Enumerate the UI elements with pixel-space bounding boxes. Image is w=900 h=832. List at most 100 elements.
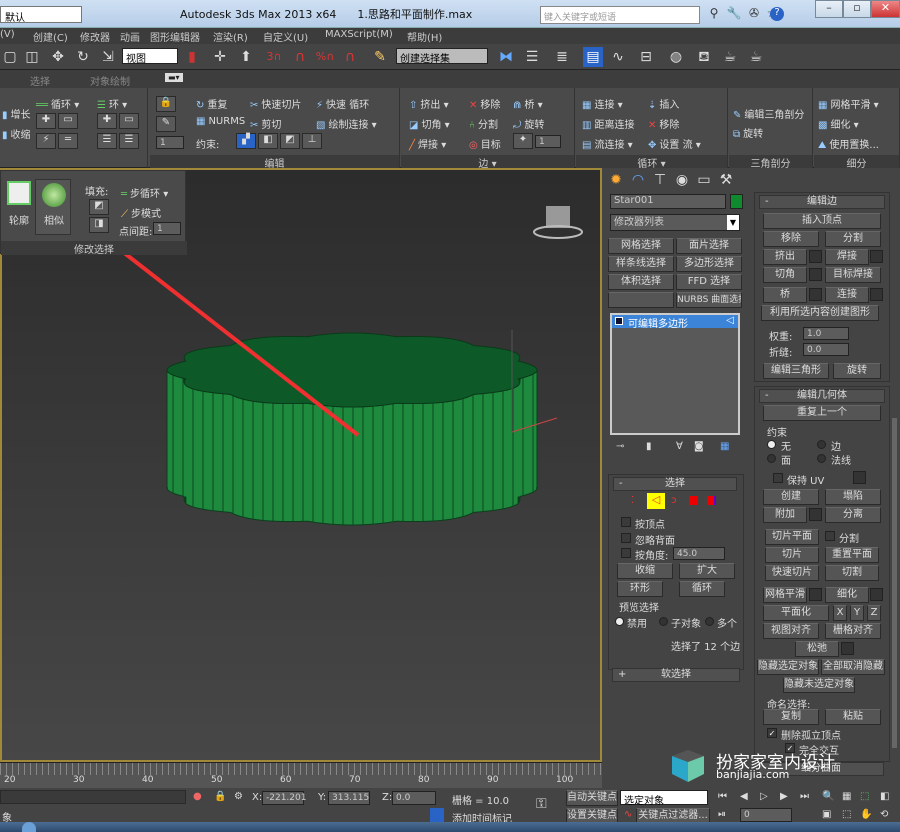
move-icon[interactable]: ✥ [48,47,68,67]
modifier-list-dropdown[interactable]: 修改器列表 ▼ [610,214,740,231]
use-displacement-button[interactable]: ⛰ 使用置换... [818,136,879,151]
render-setup-icon[interactable]: ⛾ [694,47,714,67]
lock-selection-icon[interactable]: 🔒 [214,791,226,802]
weld-button[interactable]: ╱ 焊接 ▾ [409,136,446,151]
set-key-icon[interactable]: ⚿ [536,796,547,812]
edit-triangulation-button[interactable]: 编辑三角形 [763,363,829,379]
remove-loop-button[interactable]: ✕ 移除 [648,116,679,131]
mod-nurbs-select[interactable]: NURBS 曲面选择 [676,292,742,308]
bridge-settings-icon[interactable] [809,288,822,301]
split-button[interactable]: ⑃ 分割 [469,116,498,131]
planar-x-button[interactable]: X [833,605,847,621]
edge-spinner[interactable]: 1 [535,135,561,148]
loop-button[interactable]: ══ 循环 ▾ [36,96,79,111]
play-icon[interactable]: ▷ [760,791,768,802]
key-target-dropdown[interactable]: 选定对象 [620,790,708,807]
meshsmooth-settings-icon[interactable] [809,588,822,601]
maxscript-listener[interactable] [0,790,186,804]
slice-plane-button[interactable]: 切片平面 [765,529,819,545]
select-manipulate-icon[interactable]: ✛ [210,47,230,67]
workspace-dropdown[interactable]: 默认 [0,6,82,24]
constraint-normal-icon[interactable]: ⊥ [302,133,322,149]
help-icon[interactable]: ? [770,7,784,21]
flow-connect-button[interactable]: ▤ 流连接 ▾ [582,136,633,151]
menu-modifiers[interactable]: 修改器 [80,29,110,44]
remove-button[interactable]: ✕ 移除 [469,96,500,111]
shrink-button[interactable]: ▮ 收缩 [2,126,31,141]
cut-button[interactable]: 切割 [825,565,879,581]
hide-selected-button[interactable]: 隐藏选定对象 [757,659,819,675]
fill-icon-2[interactable]: ◨ [89,217,109,233]
x-coordinate-field[interactable]: -221.201 [262,791,306,805]
window-crossing-icon[interactable]: ◫ [22,47,42,67]
weight-spinner[interactable]: 1.0 [803,327,849,340]
chamfer-button[interactable]: 切角 [763,267,807,283]
motion-tab-icon[interactable]: ◉ [672,170,692,190]
pin-stack-icon[interactable]: ⊸ [616,441,624,452]
paint-icon[interactable]: ✎ [156,116,176,132]
relax-settings-icon[interactable] [841,642,854,655]
ring-shrink-icon[interactable]: ▭ [119,113,139,129]
soft-selection-rollout-header[interactable]: + 软选择 [612,668,740,682]
spinner-snap-icon[interactable]: ∩ [340,47,360,67]
material-editor-icon[interactable]: ◍ [666,47,686,67]
edit-geometry-header[interactable]: - 编辑几何体 [759,389,885,403]
mod-mesh-select[interactable]: 网格选择 [608,238,674,254]
quickslice-button[interactable]: ✂ 快速切片 [250,96,301,111]
turn-button[interactable]: 旋转 [833,363,881,379]
shrink-button[interactable]: 收缩 [617,563,673,579]
planar-y-button[interactable]: Y [850,605,864,621]
zoom-extents-all-icon[interactable]: ◧ [880,791,889,802]
target-weld-button[interactable]: 目标焊接 [825,267,881,283]
polygon-mode-icon[interactable] [689,496,698,505]
constraint-face-icon[interactable]: ◩ [280,133,300,149]
maximize-button[interactable]: ▫ [843,0,871,18]
go-to-end-icon[interactable]: ⏭ [800,791,809,802]
mod-vol-select[interactable]: 体积选择 [608,274,674,290]
unhide-all-button[interactable]: 全部取消隐藏 [821,659,885,675]
extrude-settings-icon[interactable] [809,250,822,263]
set-flow-button[interactable]: ✥ 设置 流 ▾ [648,136,701,151]
menu-maxscript[interactable]: MAXScript(M) [325,29,393,40]
grid-align-button[interactable]: 栅格对齐 [825,623,881,639]
mod-poly-select[interactable]: 多边形选择 [676,256,742,272]
stack-item-editable-poly[interactable]: 可编辑多边形 ◁ [612,315,738,330]
menu-help[interactable]: 帮助(H) [407,29,442,44]
border-mode-icon[interactable]: ↄ [671,495,677,506]
slice-button[interactable]: 切片 [765,547,819,563]
selection-rollout-header[interactable]: - 选择 [613,477,737,491]
object-name-field[interactable]: Star001 [610,194,726,209]
step-loop-button[interactable]: ═ 步循环 ▾ [121,185,168,200]
ring-grow-icon[interactable]: ✚ [97,113,117,129]
reference-coord-dropdown[interactable]: 视图 [122,48,178,65]
next-frame-icon[interactable]: ▶ [780,791,788,802]
target-button[interactable]: ◎ 目标 [469,136,501,151]
zoom-all-icon[interactable]: ▦ [842,791,851,802]
extrude-button[interactable]: ⇧ 挤出 ▾ [409,96,449,111]
create-tab-icon[interactable]: ✹ [606,170,626,190]
weld-button[interactable]: 焊接 [825,249,869,265]
configure-sets-icon[interactable]: ▦ [720,441,729,452]
chamfer-settings-icon[interactable] [809,268,822,281]
extrude-button[interactable]: 挤出 [763,249,807,265]
create-shape-button[interactable]: 利用所选内容创建图形 [761,305,879,321]
start-button[interactable] [22,822,36,832]
step-mode-button[interactable]: ⟋ 步模式 [121,205,161,220]
bridge-button[interactable]: ⋒ 桥 ▾ [513,96,543,111]
loop-more-icon[interactable]: ═ [58,133,78,149]
constraint-face-radio[interactable] [767,454,776,463]
scene-explorer-icon[interactable]: ▤ [583,47,603,67]
connect-button[interactable]: 连接 [825,287,869,303]
binoculars-icon[interactable]: ⚲ [706,6,722,22]
ribbon-toggle-icon[interactable]: ▬▾ [165,73,183,82]
grow-button[interactable]: ▮ 增长 [2,106,31,121]
crease-spinner[interactable]: 0.0 [803,343,849,356]
repeat-button[interactable]: ↻ 重复 [196,96,227,111]
ring-step-icon[interactable]: ☰ [97,133,117,149]
hierarchy-tab-icon[interactable]: ⊤ [650,170,670,190]
connect-button[interactable]: ▦ 连接 ▾ [582,96,623,111]
edit-spinner[interactable]: 1 [156,136,184,149]
constraint-none-radio[interactable] [767,440,776,449]
make-planar-button[interactable]: 平面化 [763,605,829,621]
lock-icon[interactable]: 🔒 [156,96,176,112]
